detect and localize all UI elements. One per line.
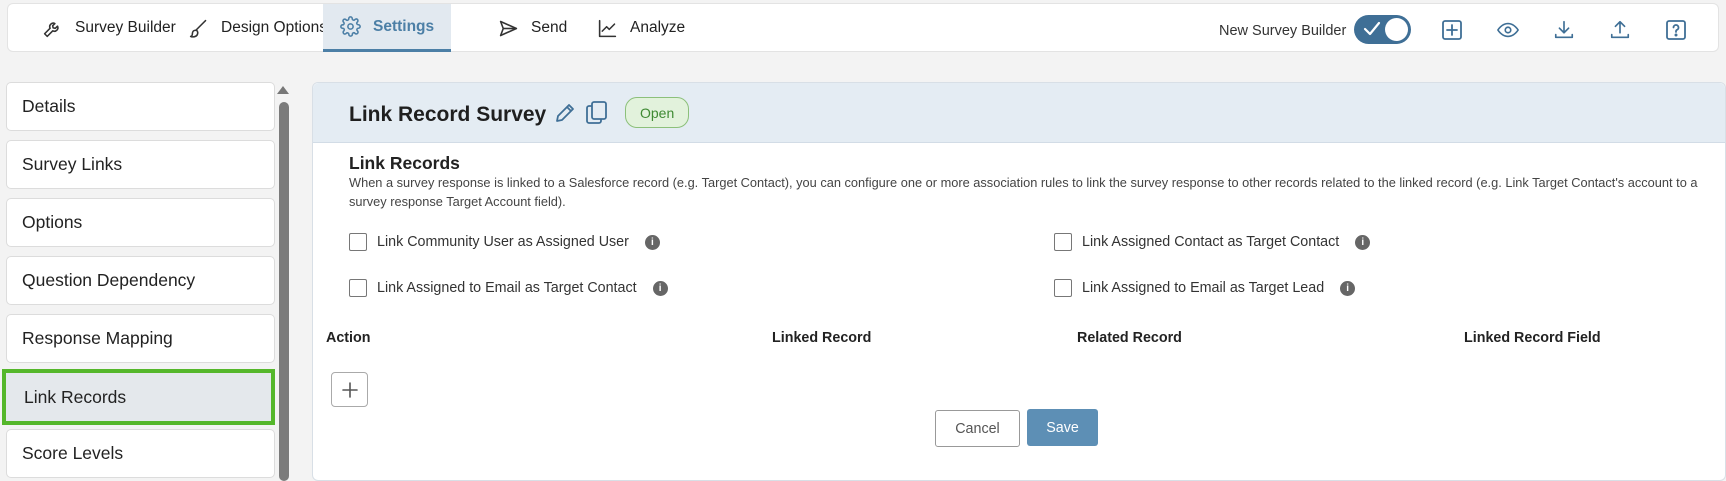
sidebar-item-label: Question Dependency <box>22 270 196 290</box>
sidebar-scrollbar[interactable] <box>279 102 289 481</box>
column-header-linked-record: Linked Record <box>772 330 872 346</box>
column-header-related-record: Related Record <box>1077 330 1182 346</box>
sidebar-item-score-levels[interactable]: Score Levels <box>6 429 275 478</box>
sidebar-item-link-records[interactable]: Link Records <box>2 369 275 425</box>
tab-survey-builder[interactable]: Survey Builder <box>38 4 180 52</box>
add-rule-button[interactable] <box>331 372 368 407</box>
plus-square-icon[interactable] <box>1441 19 1463 41</box>
tab-label: Design Options <box>221 19 327 36</box>
info-icon[interactable]: i <box>652 280 668 296</box>
new-builder-toggle[interactable] <box>1354 15 1411 44</box>
sidebar-item-survey-links[interactable]: Survey Links <box>6 140 275 189</box>
tab-label: Analyze <box>630 19 686 36</box>
column-header-linked-record-field: Linked Record Field <box>1464 330 1601 346</box>
toggle-knob <box>1385 18 1408 41</box>
tab-analyze[interactable]: Analyze <box>593 4 689 52</box>
checkbox-label: Link Assigned to Email as Target Lead <box>1082 280 1325 296</box>
wrench-icon <box>43 21 59 37</box>
checkbox[interactable] <box>1054 233 1072 251</box>
cancel-button[interactable]: Cancel <box>935 410 1020 447</box>
tab-send[interactable]: Send <box>494 4 571 52</box>
link-community-user-checkbox[interactable]: Link Community User as Assigned User i <box>349 233 660 251</box>
chart-line-icon <box>598 19 617 37</box>
copy-icon[interactable] <box>584 99 609 125</box>
info-icon[interactable]: i <box>1355 234 1371 250</box>
info-icon[interactable]: i <box>644 234 660 250</box>
tab-design-options[interactable]: Design Options <box>184 4 331 52</box>
info-icon[interactable]: i <box>1340 280 1356 296</box>
checkbox[interactable] <box>1054 279 1072 297</box>
column-header-action: Action <box>326 330 371 346</box>
plus-icon <box>341 381 358 398</box>
pencil-icon[interactable] <box>553 101 575 125</box>
help-icon[interactable] <box>1665 19 1687 41</box>
upload-icon[interactable] <box>1609 19 1631 41</box>
sidebar-item-label: Survey Links <box>22 154 123 174</box>
sidebar-item-label: Link Records <box>24 386 127 407</box>
sidebar-item-label: Response Mapping <box>22 328 173 348</box>
new-builder-toggle-label: New Survey Builder <box>1219 23 1347 39</box>
section-title: Link Records <box>349 153 460 173</box>
top-nav-bar: Survey Builder Design Options Settings S… <box>7 3 1719 52</box>
sidebar-item-details[interactable]: Details <box>6 82 275 131</box>
gear-icon <box>340 16 361 37</box>
sidebar-item-response-mapping[interactable]: Response Mapping <box>6 314 275 363</box>
checkbox[interactable] <box>349 233 367 251</box>
main-panel: Link Record Survey Open Link Records Whe… <box>312 82 1726 481</box>
save-button[interactable]: Save <box>1027 409 1098 446</box>
link-email-target-lead-checkbox[interactable]: Link Assigned to Email as Target Lead i <box>1054 279 1356 297</box>
survey-title: Link Record Survey <box>349 103 547 126</box>
link-assigned-contact-checkbox[interactable]: Link Assigned Contact as Target Contact … <box>1054 233 1371 251</box>
brush-icon <box>189 19 207 38</box>
sidebar-item-question-dependency[interactable]: Question Dependency <box>6 256 275 305</box>
eye-icon[interactable] <box>1497 19 1519 41</box>
scroll-up-arrow[interactable] <box>277 86 289 94</box>
tab-label: Survey Builder <box>75 19 176 36</box>
checkbox-label: Link Assigned Contact as Target Contact <box>1082 234 1340 250</box>
check-icon <box>1363 21 1381 36</box>
link-email-target-contact-checkbox[interactable]: Link Assigned to Email as Target Contact… <box>349 279 668 297</box>
tab-settings[interactable]: Settings <box>323 4 452 52</box>
download-icon[interactable] <box>1553 19 1575 41</box>
sidebar-item-label: Details <box>22 96 76 116</box>
send-icon <box>499 20 518 36</box>
sidebar-item-options[interactable]: Options <box>6 198 275 247</box>
checkbox-label: Link Community User as Assigned User <box>377 234 629 250</box>
tab-label: Settings <box>373 17 435 35</box>
sidebar-item-label: Score Levels <box>22 443 124 463</box>
tab-label: Send <box>531 19 568 36</box>
sidebar-item-label: Options <box>22 212 83 232</box>
checkbox[interactable] <box>349 279 367 297</box>
status-badge: Open <box>625 97 690 128</box>
checkbox-label: Link Assigned to Email as Target Contact <box>377 280 637 296</box>
survey-header: Link Record Survey Open <box>313 83 1725 143</box>
section-description: When a survey response is linked to a Sa… <box>349 175 1698 209</box>
